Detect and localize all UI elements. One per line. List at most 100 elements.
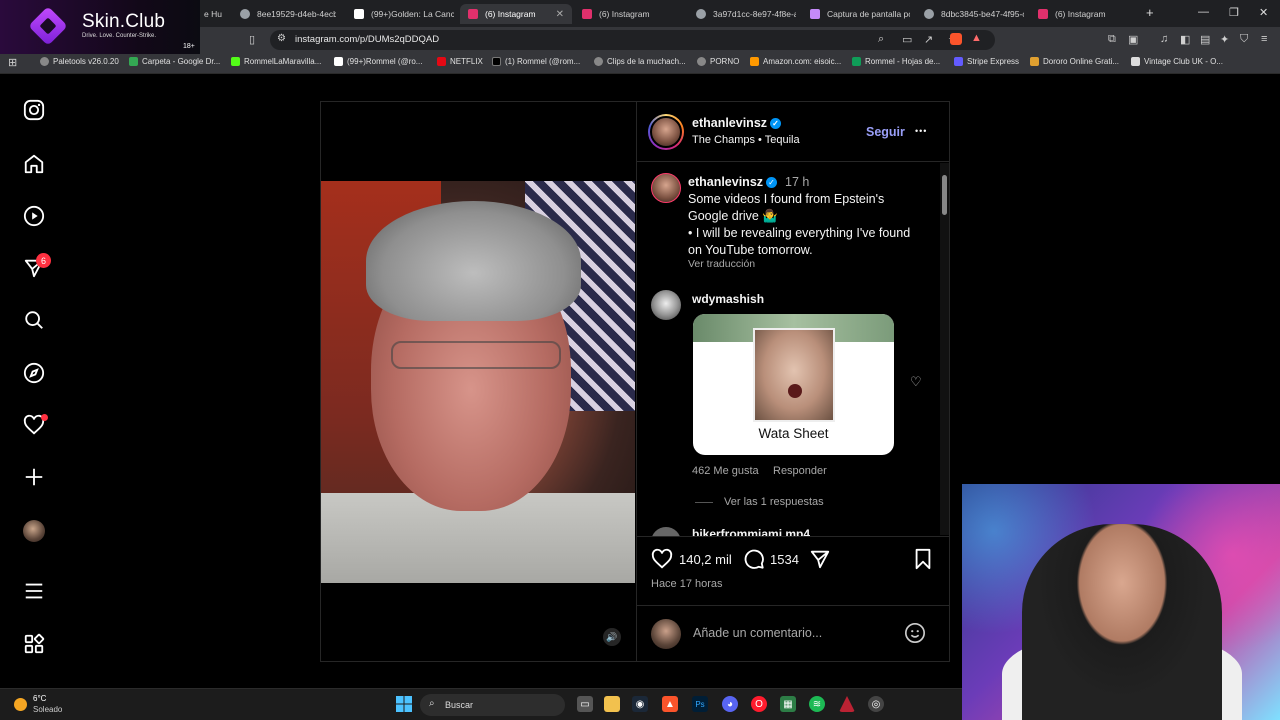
tab-active[interactable]: (6) Instagram ✕ (460, 4, 572, 24)
discord-icon[interactable]: ◕ (722, 696, 738, 712)
reply-button[interactable]: Responder (773, 465, 827, 477)
taskbar-search[interactable]: ⌕ Buscar (420, 694, 565, 716)
globe-icon (697, 57, 706, 66)
tab[interactable]: 8dbc3845-be47-4f95-c (916, 4, 1024, 24)
bookmark[interactable]: Paletools v26.0.20 (40, 57, 119, 66)
zoom-icon[interactable]: ⌕ (878, 33, 884, 46)
file-explorer-icon[interactable] (604, 696, 620, 712)
bookmark[interactable]: Vintage Club UK - O... (1131, 57, 1223, 66)
amazon-icon (750, 57, 759, 66)
bookmark[interactable]: RommelLaMaravilla... (231, 57, 321, 66)
bookmark[interactable]: NETFLIX (437, 57, 483, 66)
post-video[interactable] (321, 181, 635, 583)
wallet-icon[interactable]: ▣ (1128, 33, 1138, 46)
next-commenter-avatar[interactable] (651, 527, 681, 536)
bookmark[interactable]: Clips de la muchach... (594, 57, 686, 66)
create-icon[interactable] (21, 464, 47, 490)
tab[interactable]: Captura de pantalla pc (802, 4, 910, 24)
follow-button[interactable]: Seguir (866, 125, 905, 139)
translate-link[interactable]: Ver traducción (688, 258, 755, 270)
comment-icon[interactable] (743, 548, 765, 575)
bookmark[interactable]: PORNO (697, 57, 739, 66)
comment-like-icon[interactable]: ♡ (910, 374, 922, 390)
sidebar-icon[interactable]: ◧ (1180, 33, 1190, 46)
steam-icon[interactable]: ◉ (632, 696, 648, 712)
tab[interactable]: 8ee19529-d4eb-4ecb (232, 4, 336, 24)
instagram-logo-icon[interactable] (21, 97, 47, 123)
tab[interactable]: (6) Instagram (1030, 4, 1138, 24)
bookmark[interactable]: (1) Rommel (@rom... (492, 57, 580, 66)
share-icon[interactable]: ↗ (924, 33, 933, 46)
music-icon[interactable]: ♫ (1160, 33, 1168, 45)
app-triangle-icon[interactable] (839, 696, 855, 712)
chrome-icon[interactable]: ◎ (868, 696, 884, 712)
minimize-icon[interactable]: — (1198, 6, 1209, 18)
view-replies-button[interactable]: Ver las 1 respuestas (724, 496, 824, 508)
add-comment-input[interactable]: Añade un comentario... (693, 626, 822, 640)
extensions-icon[interactable]: ⧉ (1108, 33, 1116, 46)
close-window-icon[interactable]: ✕ (1259, 6, 1268, 19)
brave-shield-icon[interactable] (950, 33, 962, 45)
next-commenter-username[interactable]: bikerfrommiami.mp4 (692, 527, 810, 536)
audio-track[interactable]: The Champs • Tequila (692, 134, 800, 146)
tab[interactable]: 3a97d1cc-8e97-4f8e-a (688, 4, 796, 24)
bookmark[interactable]: (99+)Rommel (@ro... (334, 57, 422, 66)
commenter-avatar[interactable] (651, 290, 681, 320)
start-icon[interactable] (396, 696, 412, 712)
brave-rewards-icon[interactable]: ▲ (971, 32, 982, 44)
profile-avatar[interactable] (23, 520, 45, 542)
bookmark[interactable]: Stripe Express (954, 57, 1019, 66)
apps-grid-icon[interactable]: ⊞ (8, 56, 17, 69)
weather-temp[interactable]: 6°C (33, 694, 46, 703)
explore-icon[interactable] (21, 360, 47, 386)
caption-username[interactable]: ethanlevinsz (688, 175, 763, 189)
save-icon[interactable] (913, 548, 933, 575)
tab[interactable]: (6) Instagram (574, 4, 682, 24)
more-options-icon[interactable]: ••• (915, 126, 927, 136)
menu-icon[interactable]: ≡ (1261, 33, 1267, 45)
scrollbar-thumb[interactable] (942, 175, 947, 215)
emoji-icon[interactable] (904, 622, 926, 649)
home-icon[interactable] (21, 151, 47, 177)
close-tab-icon[interactable]: ✕ (556, 9, 564, 20)
bookmark[interactable]: Amazon.com: eisoic... (750, 57, 841, 66)
site-settings-icon[interactable]: ⚙ (277, 33, 286, 44)
weather-desc[interactable]: Soleado (33, 705, 62, 714)
task-view-icon[interactable]: ▭ (577, 696, 593, 712)
bookmark[interactable]: Carpeta - Google Dr... (129, 57, 220, 66)
comment-likes[interactable]: 462 Me gusta (692, 465, 759, 477)
commenter-username[interactable]: wdymashish (692, 292, 764, 306)
url-bar[interactable]: ⚙ instagram.com/p/DUMs2qDDQAD ⌕ ▭ ↗ ☆ ▲ (270, 30, 995, 50)
bookmark-icon[interactable]: ▯ (249, 33, 255, 46)
brave-icon[interactable]: ▲ (662, 696, 678, 712)
share-icon[interactable] (809, 548, 831, 575)
comments-count[interactable]: 1534 (770, 552, 799, 567)
opera-icon[interactable]: O (751, 696, 767, 712)
skinclub-ad[interactable]: Skin.Club Drive. Love. Counter-Strike. 1… (0, 0, 200, 54)
spotify-icon[interactable]: ≋ (809, 696, 825, 712)
screen-icon[interactable]: ▭ (902, 33, 912, 46)
author-username[interactable]: ethanlevinsz ✓ (692, 116, 782, 130)
also-from-meta-icon[interactable] (21, 631, 47, 657)
shield-icon[interactable]: ⛉ (1240, 33, 1248, 46)
maximize-icon[interactable]: ❐ (1229, 6, 1239, 19)
author-name: ethanlevinsz (692, 116, 768, 130)
new-tab-button[interactable]: + (1146, 5, 1154, 20)
likes-count[interactable]: 140,2 mil (679, 552, 732, 567)
comments-scrollbar[interactable] (940, 163, 949, 535)
like-icon[interactable] (651, 548, 673, 575)
tab[interactable]: (99+)Golden: La Canci (346, 4, 454, 24)
search-icon[interactable] (21, 307, 47, 333)
bookmark[interactable]: Rommel - Hojas de... (852, 57, 940, 66)
more-menu-icon[interactable] (21, 578, 47, 604)
wallet-icon-2[interactable]: ▤ (1200, 33, 1210, 46)
caption-avatar[interactable] (651, 173, 681, 203)
author-avatar[interactable] (648, 114, 684, 150)
leo-icon[interactable]: ✦ (1220, 33, 1229, 46)
comment-gif[interactable]: Wata Sheet (693, 314, 894, 455)
bookmark[interactable]: Dororo Online Grati... (1030, 57, 1119, 66)
app-icon[interactable]: ▦ (780, 696, 796, 712)
audio-toggle-icon[interactable]: 🔊 (603, 628, 621, 646)
reels-icon[interactable] (21, 203, 47, 229)
photoshop-icon[interactable]: Ps (692, 696, 708, 712)
